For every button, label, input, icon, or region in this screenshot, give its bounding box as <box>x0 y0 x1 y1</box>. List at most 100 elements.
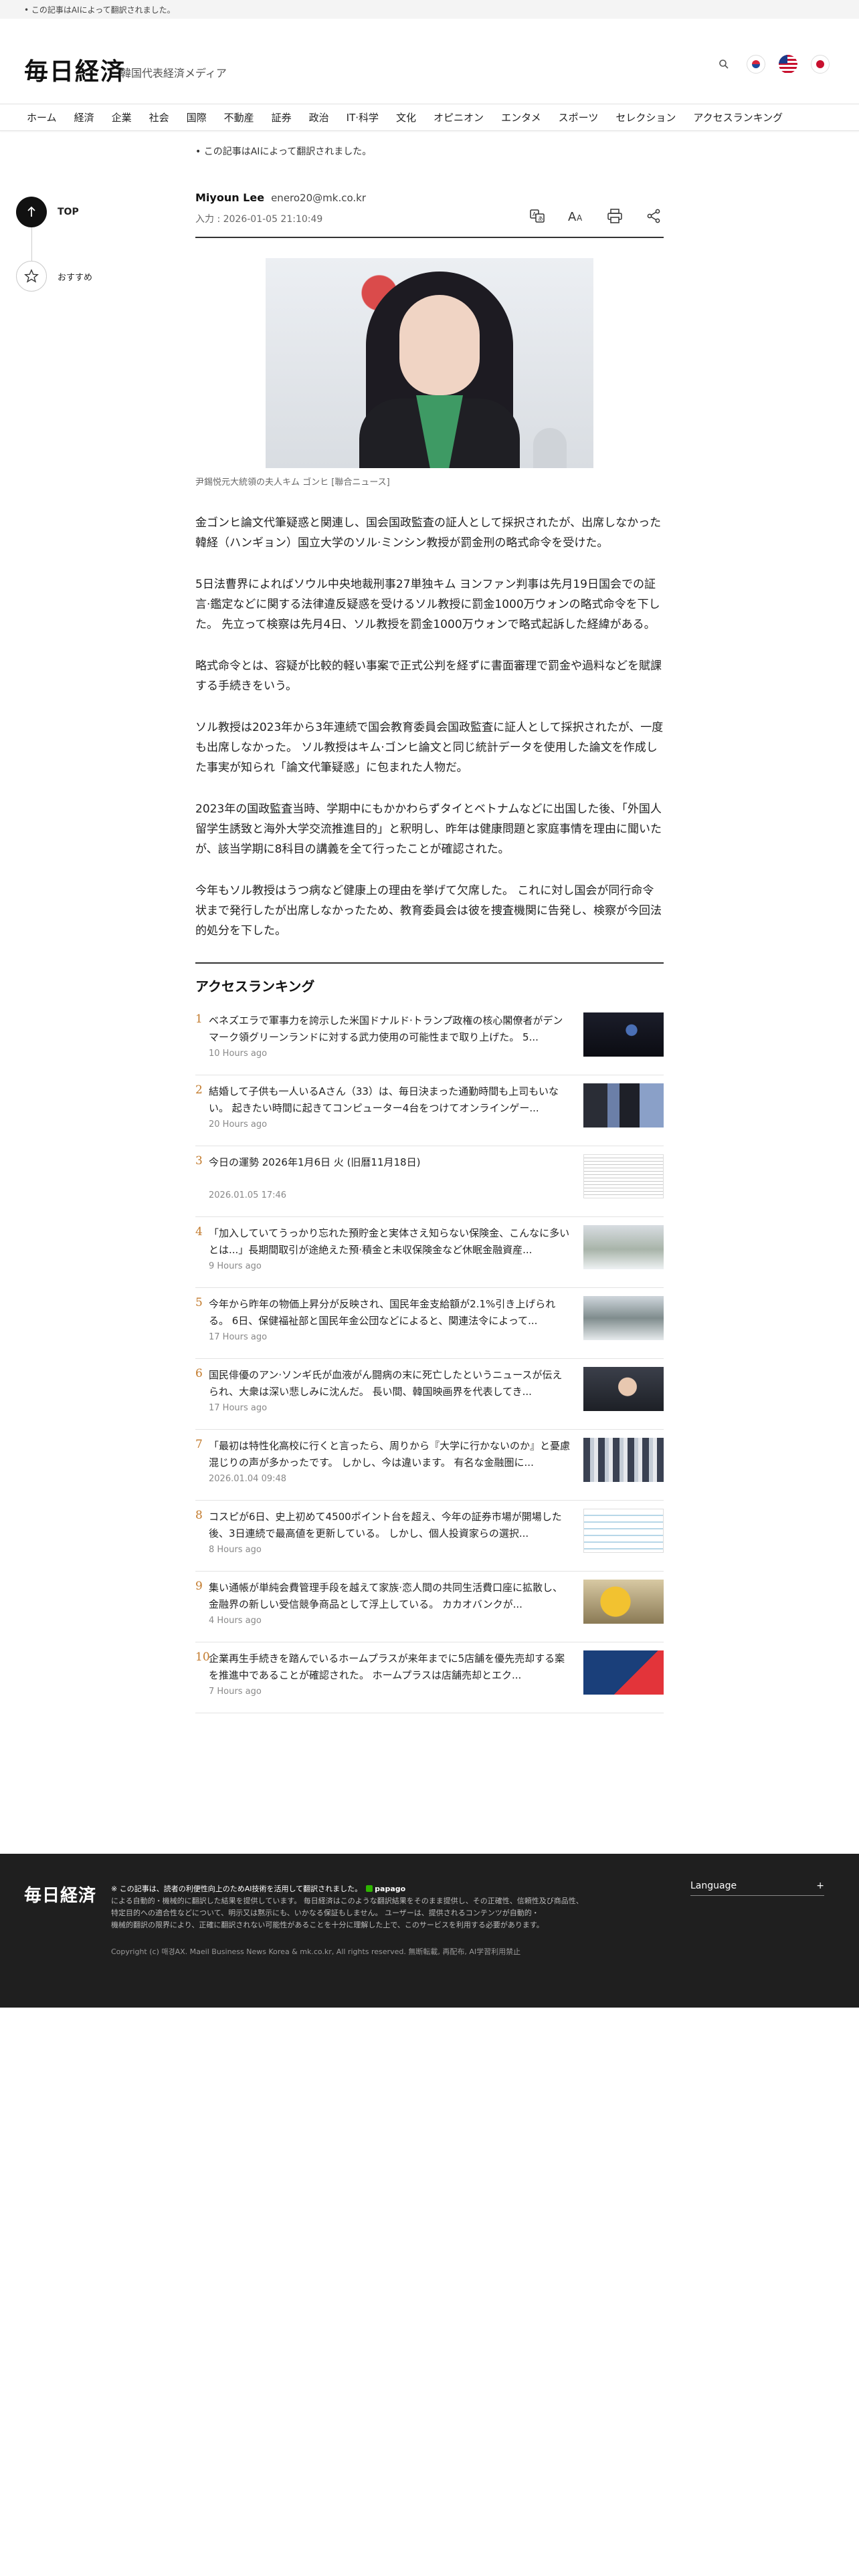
ranking-item[interactable]: 10 企業再生手続きを踏んでいるホームプラスが来年までに5店舗を優先売却する案を推… <box>195 1642 664 1713</box>
ranking-thumbnail[interactable] <box>583 1580 664 1624</box>
ranking-time: 10 Hours ago <box>209 1049 268 1059</box>
ranking-headline[interactable]: コスピが6日、史上初めて4500ポイント台を超え、今年の証券市場が開場した後、3… <box>209 1509 570 1542</box>
ranking-number: 9 <box>195 1580 203 1593</box>
recommend-button[interactable]: おすすめ <box>16 261 96 292</box>
scroll-top-button[interactable]: TOP <box>16 197 96 227</box>
site-logo[interactable]: 毎日経済 <box>24 52 126 87</box>
ranking-item[interactable]: 4 「加入していてうっかり忘れた預貯金と実体さえ知らない保険金、こんなに多いとは.… <box>195 1217 664 1288</box>
share-icon[interactable] <box>644 206 664 226</box>
ranking-time: 9 Hours ago <box>209 1261 262 1271</box>
nav-item-politics[interactable]: 政治 <box>309 110 329 124</box>
ranking-number: 10 <box>195 1650 210 1664</box>
ranking-item[interactable]: 5 今年から昨年の物価上昇分が反映され、国民年金支給額が2.1%引き上げられる。 … <box>195 1288 664 1359</box>
ranking-headline[interactable]: ベネズエラで軍事力を誇示した米国ドナルド·トランプ政権の核心閣僚者がデンマーク領… <box>209 1012 570 1046</box>
top-notice: • この記事はAIによって翻訳されました。 <box>0 0 859 19</box>
ranking-time: 4 Hours ago <box>209 1616 262 1626</box>
language-select[interactable]: Language + <box>690 1881 824 1896</box>
photo-caption: 尹錫悦元大統領の夫人キム ゴンヒ [聯合ニュース] <box>195 477 390 488</box>
nav-item-economy[interactable]: 経済 <box>74 110 94 124</box>
article-paragraph: 今年もソル教授はうつ病など健康上の理由を挙げて欠席した。 これに対し国会が同行命… <box>195 884 662 938</box>
ranking-thumbnail[interactable] <box>583 1225 664 1269</box>
ranking-thumbnail[interactable] <box>583 1367 664 1411</box>
site-tagline: 韓国代表経済メディア <box>120 67 227 80</box>
nav-item-opinion[interactable]: オピニオン <box>434 110 484 124</box>
svg-text:A: A <box>533 211 537 217</box>
footer-line: 機械的翻訳の限界により、正確に翻訳されない可能性があることを十分に理解した上で、… <box>111 1921 544 1929</box>
ranking-thumbnail[interactable] <box>583 1012 664 1057</box>
site-header: 毎日経済 韓国代表経済メディア <box>0 19 859 104</box>
svg-text:あ: あ <box>538 216 543 222</box>
article-paragraph: ソル教授は2023年から3年連続で国会教育委員会国政監査に証人として採択されたが… <box>195 721 664 774</box>
papago-logo: papago <box>366 1883 405 1895</box>
ranking-thumbnail[interactable] <box>583 1438 664 1482</box>
ranking-time: 20 Hours ago <box>209 1119 268 1130</box>
article-main: • この記事はAIによって翻訳されました。 Miyoun Lee enero20@… <box>195 144 664 1713</box>
ranking-number: 5 <box>195 1296 203 1309</box>
ranking-time: 2026.01.05 17:46 <box>209 1190 287 1200</box>
article-photo[interactable] <box>266 258 593 468</box>
footer-logo[interactable]: 毎日経済 <box>24 1882 96 1907</box>
nav-item-sports[interactable]: スポーツ <box>559 110 599 124</box>
us-flag-icon[interactable] <box>779 55 797 74</box>
article-paragraph: 5日法曹界によればソウル中央地裁刑事27単独キム ヨンファン判事は先月19日国会… <box>195 578 660 631</box>
nav-item-stocks[interactable]: 証券 <box>272 110 292 124</box>
article-photo-block: 尹錫悦元大統領の夫人キム ゴンヒ [聯合ニュース] <box>195 258 664 488</box>
ranking-headline[interactable]: 今日の運勢 2026年1月6日 火 (旧暦11月18日) <box>209 1154 570 1188</box>
ranking-headline[interactable]: 「最初は特性化高校に行くと言ったら、周りから『大学に行かないのか』と憂慮混じりの… <box>209 1438 570 1471</box>
byline: Miyoun Lee enero20@mk.co.kr 入力 : 2026-01-… <box>195 191 664 238</box>
ranking-thumbnail[interactable] <box>583 1509 664 1553</box>
footer-line: による自動的・機械的に翻訳した結果を提供しています。 毎日経済はこのような翻訳結… <box>111 1897 583 1905</box>
nav-item-home[interactable]: ホーム <box>27 110 57 124</box>
ranking-headline[interactable]: 今年から昨年の物価上昇分が反映され、国民年金支給額が2.1%引き上げられる。 6… <box>209 1296 570 1329</box>
author-name[interactable]: Miyoun Lee <box>195 191 264 204</box>
ranking-item[interactable]: 2 結婚して子供も一人いるAさん（33）は、毎日決まった通勤時間も上司もいない。 … <box>195 1075 664 1146</box>
nav-item-culture[interactable]: 文化 <box>396 110 416 124</box>
japanese-flag-icon[interactable] <box>811 55 830 74</box>
ranking-time: 7 Hours ago <box>209 1687 262 1697</box>
ranking-thumbnail[interactable] <box>583 1296 664 1340</box>
nav-item-realestate[interactable]: 不動産 <box>224 110 254 124</box>
nav-item-world[interactable]: 国際 <box>187 110 207 124</box>
translate-icon[interactable]: Aあ <box>527 206 547 226</box>
ranking-item[interactable]: 1 ベネズエラで軍事力を誇示した米国ドナルド·トランプ政権の核心閣僚者がデンマーク… <box>195 1004 664 1075</box>
nav-item-business[interactable]: 企業 <box>112 110 132 124</box>
search-icon[interactable] <box>714 55 733 74</box>
site-footer: 毎日経済 ※ この記事は、読者の利便性向上のためAI技術を活用して翻訳されました… <box>0 1854 859 2008</box>
author-email[interactable]: enero20@mk.co.kr <box>271 192 366 204</box>
ranking-headline[interactable]: 企業再生手続きを踏んでいるホームプラスが来年までに5店舗を優先売却する案を推進中… <box>209 1650 570 1684</box>
article-paragraph: 2023年の国政監査当時、学期中にもかかわらずタイとベトナムなどに出国した後、「… <box>195 802 662 856</box>
nav-item-society[interactable]: 社会 <box>149 110 169 124</box>
scroll-top-label: TOP <box>58 207 79 217</box>
svg-text:A: A <box>577 213 583 223</box>
ranking-number: 2 <box>195 1083 203 1097</box>
ranking-item[interactable]: 6 国民俳優のアン·ソンギ氏が血液がん闘病の末に死亡したというニュースが伝えられ、… <box>195 1359 664 1430</box>
font-size-icon[interactable]: AA <box>566 206 586 226</box>
ranking-headline[interactable]: 「加入していてうっかり忘れた預貯金と実体さえ知らない保険金、こんなに多いとは..… <box>209 1225 570 1259</box>
ranking-thumbnail[interactable] <box>583 1154 664 1198</box>
ranking-list: 1 ベネズエラで軍事力を誇示した米国ドナルド·トランプ政権の核心閣僚者がデンマーク… <box>195 1004 664 1713</box>
ranking-item[interactable]: 8 コスピが6日、史上初めて4500ポイント台を超え、今年の証券市場が開場した後、… <box>195 1501 664 1572</box>
nav-item-it-science[interactable]: IT·科学 <box>347 110 379 124</box>
ranking-time: 8 Hours ago <box>209 1545 262 1555</box>
article-body: 金ゴンヒ論文代筆疑惑と関連し、国会国政監査の証人として採択されたが、出席しなかっ… <box>195 513 664 941</box>
ranking-headline[interactable]: 集い通帳が単純会費管理手段を越えて家族·恋人間の共同生活費口座に拡散し、金融界の… <box>209 1580 570 1613</box>
ranking-item[interactable]: 7 「最初は特性化高校に行くと言ったら、周りから『大学に行かないのか』と憂慮混じり… <box>195 1430 664 1501</box>
ranking-number: 7 <box>195 1438 203 1451</box>
korean-flag-icon[interactable] <box>747 55 765 74</box>
nav-item-selection[interactable]: セレクション <box>615 110 676 124</box>
ranking-thumbnail[interactable] <box>583 1650 664 1695</box>
svg-text:A: A <box>568 210 577 224</box>
recommend-label: おすすめ <box>58 272 93 283</box>
ranking-item[interactable]: 3 今日の運勢 2026年1月6日 火 (旧暦11月18日) 2026.01.05 … <box>195 1146 664 1217</box>
footer-disclaimer: ※ この記事は、読者の利便性向上のためAI技術を活用して翻訳されました。 papa… <box>111 1883 619 1931</box>
footer-lead: ※ この記事は、読者の利便性向上のためAI技術を活用して翻訳されました。 <box>111 1885 363 1893</box>
print-icon[interactable] <box>605 206 625 226</box>
nav-item-entertainment[interactable]: エンタメ <box>501 110 541 124</box>
ranking-number: 8 <box>195 1509 203 1522</box>
ranking-headline[interactable]: 結婚して子供も一人いるAさん（33）は、毎日決まった通勤時間も上司もいない。 起… <box>209 1083 570 1117</box>
ranking-headline[interactable]: 国民俳優のアン·ソンギ氏が血液がん闘病の末に死亡したというニュースが伝えられ、大… <box>209 1367 570 1400</box>
ranking-item[interactable]: 9 集い通帳が単純会費管理手段を越えて家族·恋人間の共同生活費口座に拡散し、金融界… <box>195 1572 664 1642</box>
ranking-thumbnail[interactable] <box>583 1083 664 1128</box>
language-label: Language <box>690 1881 737 1891</box>
nav-item-ranking[interactable]: アクセスランキング <box>693 110 783 124</box>
